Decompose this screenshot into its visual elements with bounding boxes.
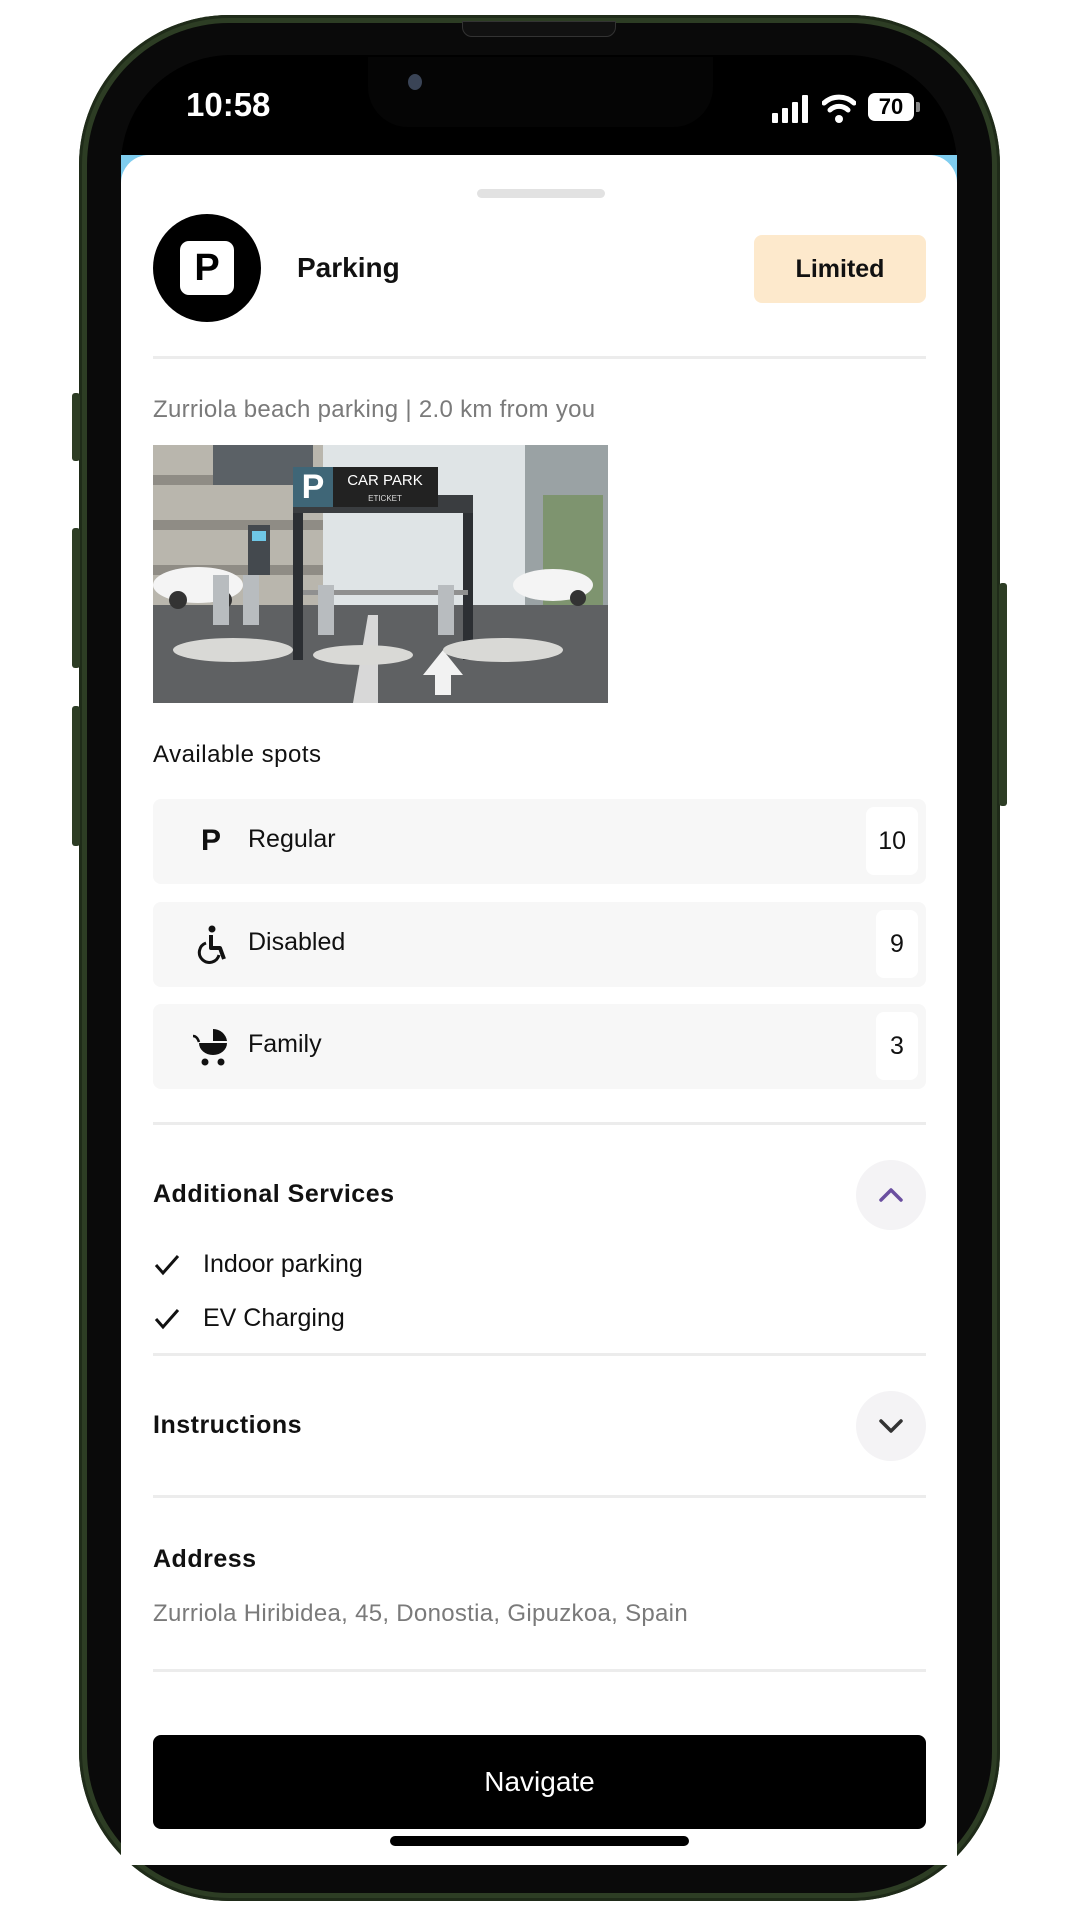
power-button [999,583,1007,806]
status-badge-label: Limited [795,254,885,283]
divider [153,1669,926,1672]
chevron-up-icon [879,1188,903,1202]
location-subtitle: Zurriola beach parking | 2.0 km from you [153,396,596,423]
volume-down-button [72,706,80,846]
spot-count: 3 [876,1012,918,1080]
check-icon [154,1254,180,1275]
navigate-button[interactable]: Navigate [153,1735,926,1829]
camera-icon [408,74,422,90]
battery-tip [916,102,920,112]
signal-icon [772,95,808,123]
address-title: Address [153,1545,257,1573]
mute-switch [72,393,80,461]
address-value: Zurriola Hiribidea, 45, Donostia, Gipuzk… [153,1600,688,1627]
spot-row-regular: P Regular 10 [153,799,926,884]
instructions-title[interactable]: Instructions [153,1411,302,1440]
spot-label: Regular [248,825,336,853]
service-item: EV Charging [153,1304,345,1333]
home-indicator[interactable] [390,1836,689,1846]
wifi-icon [822,94,856,123]
spot-count: 10 [866,807,918,875]
navigate-button-label: Navigate [484,1766,595,1797]
parking-letter: P [180,241,234,295]
photo-sign-letter: P [302,468,325,506]
spot-label: Family [248,1030,322,1058]
parking-p-icon: P [200,824,221,857]
service-label: EV Charging [203,1304,345,1332]
speaker-grille [462,21,616,37]
available-spots-title: Available spots [153,741,322,768]
drag-handle[interactable] [477,189,605,198]
spot-row-disabled: Disabled 9 [153,902,926,987]
expand-instructions-button[interactable] [856,1391,926,1461]
battery-level: 70 [878,94,904,119]
divider [153,1495,926,1498]
parking-icon: P [153,214,261,322]
service-item: Indoor parking [153,1250,363,1279]
status-badge: Limited [754,235,926,303]
notch [368,57,713,127]
additional-services-title: Additional Services [153,1180,395,1208]
spot-row-family: Family 3 [153,1004,926,1089]
battery-icon: 70 [868,93,914,121]
divider [153,1353,926,1356]
stroller-icon [192,1028,227,1066]
collapse-services-button[interactable] [856,1160,926,1230]
wheelchair-icon [197,925,226,964]
status-time: 10:58 [186,86,271,123]
check-icon [154,1308,180,1329]
photo-sign-subtext: ETICKET [368,494,402,503]
page-title: Parking [297,252,400,283]
spot-count: 9 [876,910,918,978]
spot-label: Disabled [248,928,346,956]
volume-up-button [72,528,80,668]
divider [153,356,926,359]
parking-photo: P CAR PARK ETICKET [153,445,608,703]
divider [153,1122,926,1125]
chevron-down-icon [879,1419,903,1433]
photo-sign-text: CAR PARK [347,472,423,489]
service-label: Indoor parking [203,1250,363,1278]
